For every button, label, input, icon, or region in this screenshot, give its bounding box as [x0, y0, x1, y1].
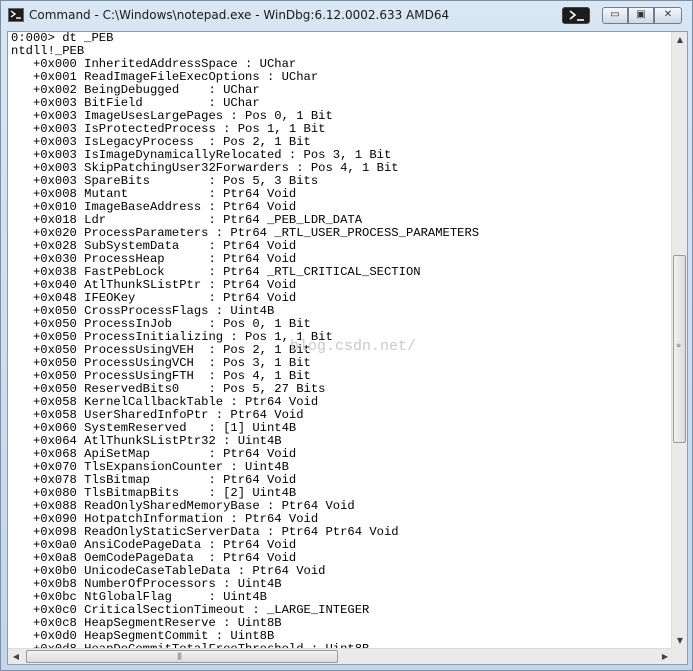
command-prompt-line: 0:000> dt _PEB [11, 32, 114, 45]
grip-icon: ||| [177, 652, 182, 660]
command-prompt-icon [8, 8, 24, 22]
minimize-button[interactable]: ▭ [602, 7, 628, 24]
maximize-icon: ▣ [636, 9, 646, 20]
close-button[interactable]: ✕ [654, 7, 682, 24]
scroll-down-arrow-icon[interactable]: ▼ [672, 633, 687, 649]
output-text-area[interactable]: 0:000> dt _PEB ntdll!_PEB +0x000 Inherite… [8, 32, 673, 649]
minimize-icon: ▭ [610, 9, 620, 20]
command-output-pane[interactable]: 0:000> dt _PEB ntdll!_PEB +0x000 Inherite… [7, 31, 688, 665]
horizontal-scrollbar[interactable]: ◀ ||| ▶ [8, 648, 673, 664]
window-title: Command - C:\Windows\notepad.exe - WinDb… [29, 8, 450, 22]
maximize-button[interactable]: ▣ [628, 7, 654, 24]
vertical-scrollbar[interactable]: ▲ ≡ ▼ [671, 32, 687, 649]
windbg-command-window: Command - C:\Windows\notepad.exe - WinDb… [0, 0, 693, 671]
scroll-up-arrow-icon[interactable]: ▲ [672, 32, 687, 48]
close-icon: ✕ [663, 9, 673, 20]
vertical-scroll-thumb[interactable]: ≡ [673, 255, 686, 443]
command-window-button[interactable] [562, 7, 590, 24]
grip-icon: ≡ [676, 342, 682, 349]
scroll-left-arrow-icon[interactable]: ◀ [8, 649, 24, 664]
horizontal-scroll-thumb[interactable]: ||| [26, 650, 338, 663]
title-bar[interactable]: Command - C:\Windows\notepad.exe - WinDb… [1, 1, 692, 31]
scrollbar-corner [671, 648, 687, 664]
